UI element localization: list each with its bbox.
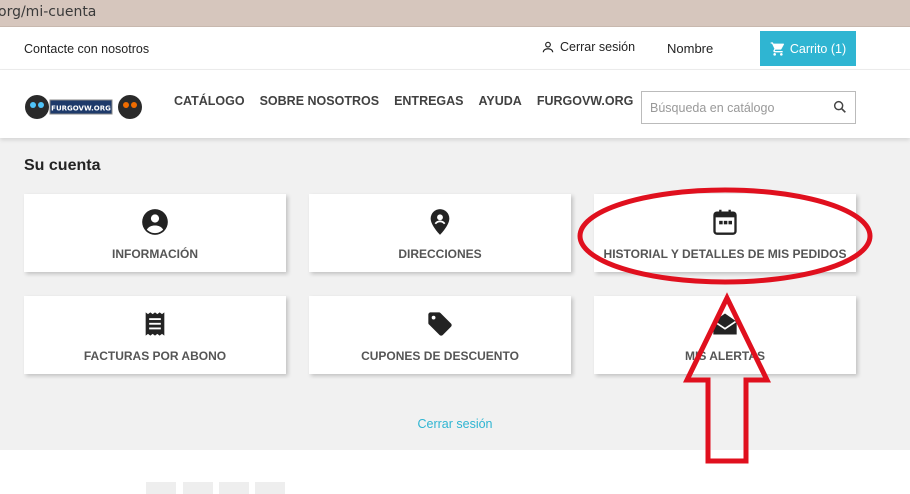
site-logo[interactable]: FURGOVW.ORG bbox=[24, 88, 144, 126]
nav-item-entregas[interactable]: ENTREGAS bbox=[394, 94, 463, 108]
contact-link[interactable]: Contacte con nosotros bbox=[24, 42, 149, 56]
card-informacion[interactable]: INFORMACIÓN bbox=[24, 194, 286, 272]
receipt-icon bbox=[145, 312, 165, 336]
cart-icon bbox=[770, 41, 784, 56]
card-label: MIS ALERTAS bbox=[685, 349, 765, 363]
card-direcciones[interactable]: DIRECCIONES bbox=[309, 194, 571, 272]
card-label: INFORMACIÓN bbox=[112, 247, 198, 261]
search-icon[interactable] bbox=[832, 99, 848, 115]
twitter-icon[interactable] bbox=[183, 482, 213, 494]
nav-item-furgovw[interactable]: FURGOVW.ORG bbox=[537, 94, 634, 108]
mail-icon bbox=[713, 313, 737, 335]
site-header: FURGOVW.ORG CATÁLOGO SOBRE NOSOTROS ENTR… bbox=[0, 70, 910, 138]
nav-item-sobre-nosotros[interactable]: SOBRE NOSOTROS bbox=[260, 94, 379, 108]
card-historial-pedidos[interactable]: HISTORIAL Y DETALLES DE MIS PEDIDOS bbox=[594, 194, 856, 272]
instagram-icon[interactable] bbox=[219, 482, 249, 494]
logo-text: FURGOVW.ORG bbox=[51, 105, 111, 113]
calendar-icon bbox=[713, 209, 737, 235]
logout-top-label: Cerrar sesión bbox=[560, 40, 636, 54]
tag-icon bbox=[428, 312, 452, 336]
cart-button[interactable]: Carrito (1) bbox=[760, 31, 856, 66]
top-bar: Contacte con nosotros Cerrar sesión Nomb… bbox=[0, 27, 910, 70]
card-facturas[interactable]: FACTURAS POR ABONO bbox=[24, 296, 286, 374]
account-section: Su cuenta INFORMACIÓN DIRECCIONES HISTOR… bbox=[0, 138, 910, 450]
user-name[interactable]: Nombre bbox=[667, 41, 713, 56]
card-cupones[interactable]: CUPONES DE DESCUENTO bbox=[309, 296, 571, 374]
main-nav: CATÁLOGO SOBRE NOSOTROS ENTREGAS AYUDA F… bbox=[174, 94, 633, 108]
search-placeholder: Búsqueda en catálogo bbox=[650, 101, 775, 115]
account-circle-icon bbox=[142, 209, 168, 235]
address-bar[interactable]: org/mi-cuenta bbox=[0, 0, 910, 27]
facebook-icon[interactable] bbox=[146, 482, 176, 494]
user-icon bbox=[542, 41, 554, 53]
page-title: Su cuenta bbox=[24, 157, 101, 174]
logout-top-link[interactable]: Cerrar sesión bbox=[541, 40, 635, 54]
location-pin-icon bbox=[430, 209, 450, 235]
url-text: org/mi-cuenta bbox=[0, 4, 97, 20]
cart-label: Carrito (1) bbox=[789, 41, 847, 56]
search-input[interactable]: Búsqueda en catálogo bbox=[641, 91, 856, 124]
card-label: FACTURAS POR ABONO bbox=[83, 349, 227, 363]
logout-link[interactable]: Cerrar sesión bbox=[0, 417, 910, 431]
card-label: HISTORIAL Y DETALLES DE MIS PEDIDOS bbox=[603, 247, 847, 261]
card-label: CUPONES DE DESCUENTO bbox=[361, 349, 519, 363]
nav-item-ayuda[interactable]: AYUDA bbox=[479, 94, 522, 108]
nav-item-catalogo[interactable]: CATÁLOGO bbox=[174, 94, 245, 108]
card-label: DIRECCIONES bbox=[398, 247, 482, 261]
footer bbox=[0, 450, 910, 494]
card-alertas[interactable]: MIS ALERTAS bbox=[594, 296, 856, 374]
rss-icon[interactable] bbox=[255, 482, 285, 494]
